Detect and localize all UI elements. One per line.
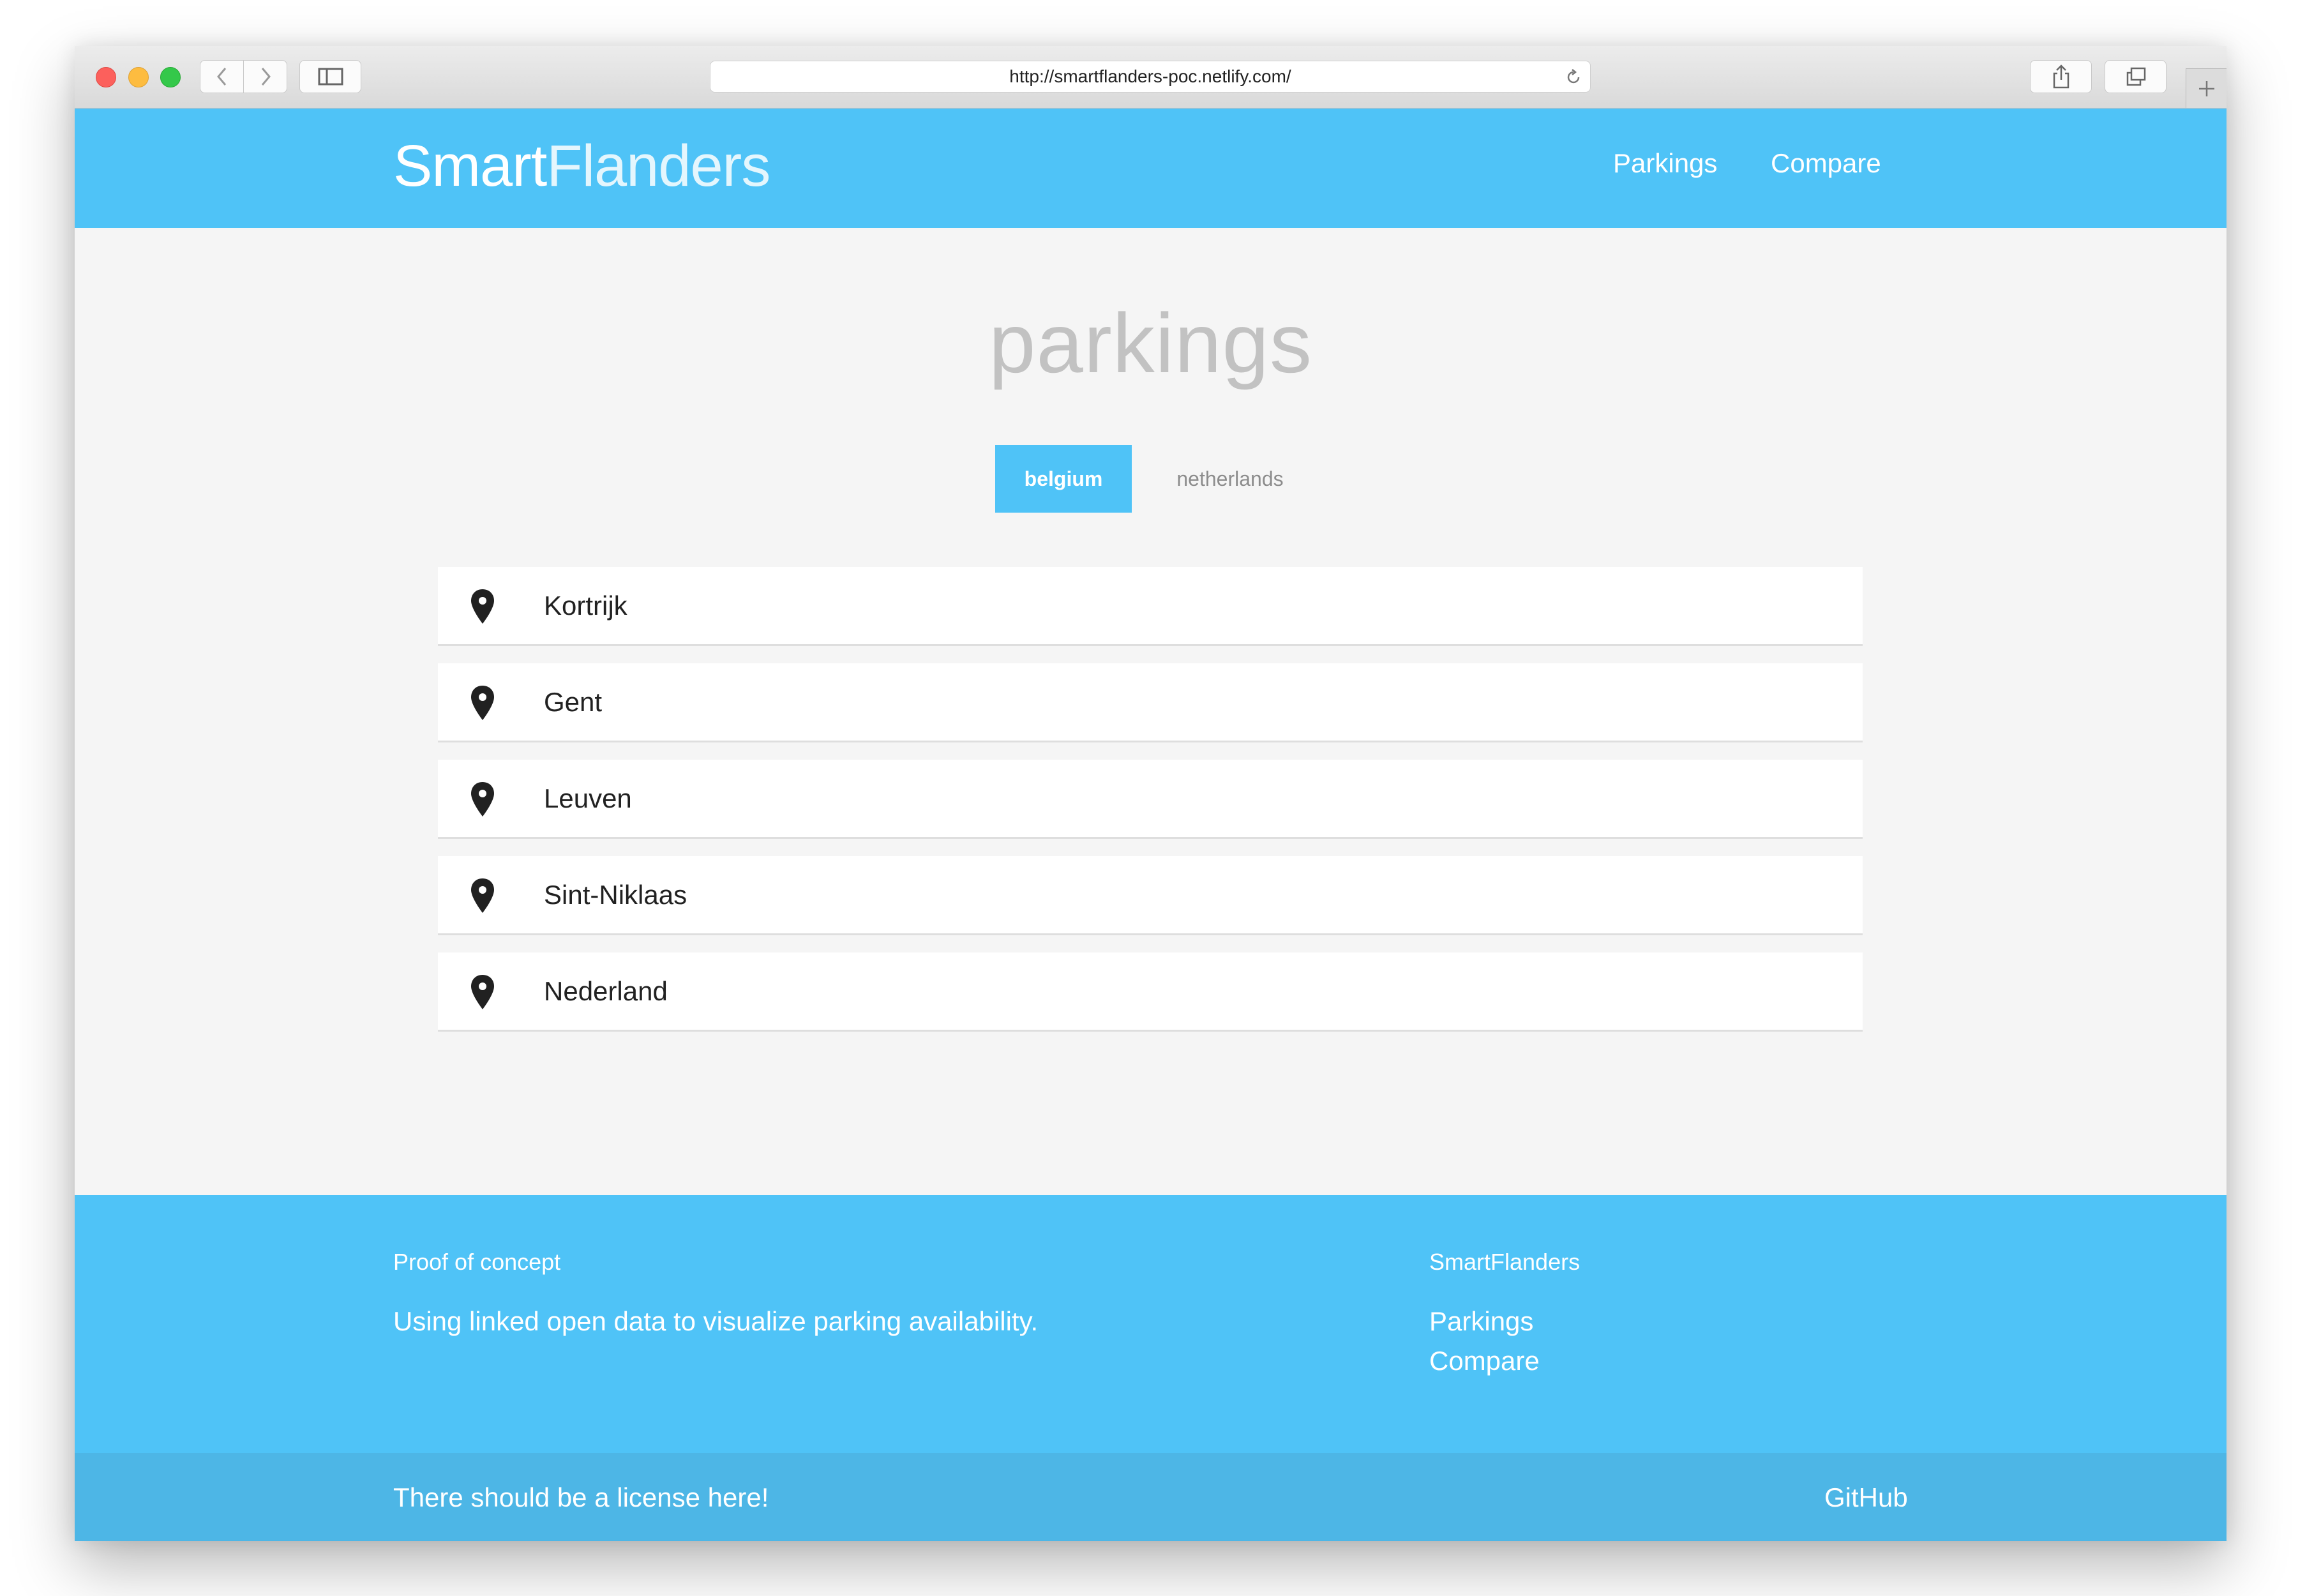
tabs-icon [2126, 67, 2145, 86]
list-item-label: Sint-Niklaas [544, 879, 687, 910]
show-tabs-button[interactable] [2105, 60, 2167, 93]
tab-netherlands[interactable]: netherlands [1153, 445, 1307, 513]
site-footer: Proof of concept Using linked open data … [75, 1195, 2227, 1453]
brand-logo[interactable]: SmartFlanders [393, 133, 770, 199]
share-icon [2053, 64, 2069, 89]
footer-link-parkings[interactable]: Parkings [1429, 1306, 1533, 1337]
chevron-right-icon [261, 68, 271, 86]
footer-bottom-bar: There should be a license here! GitHub [75, 1453, 2227, 1541]
list-item-sint-niklaas[interactable]: Sint-Niklaas [438, 856, 1863, 935]
list-item-nederland[interactable]: Nederland [438, 952, 1863, 1032]
map-pin-icon [471, 878, 494, 913]
address-bar[interactable]: http://smartflanders-poc.netlify.com/ [710, 61, 1591, 93]
list-item-label: Kortrijk [544, 590, 627, 621]
share-button[interactable] [2030, 60, 2092, 93]
list-item-label: Nederland [544, 975, 668, 1006]
footer-heading-smartflanders: SmartFlanders [1429, 1249, 1581, 1275]
footer-description: Using linked open data to visualize park… [393, 1306, 1039, 1336]
list-item-gent[interactable]: Gent [438, 663, 1863, 742]
nav-compare[interactable]: Compare [1771, 148, 1881, 179]
list-item-kortrijk[interactable]: Kortrijk [438, 567, 1863, 646]
map-pin-icon [471, 782, 494, 817]
license-text: There should be a license here! [393, 1482, 769, 1512]
map-pin-icon [471, 589, 494, 624]
footer-link-compare[interactable]: Compare [1429, 1346, 1540, 1376]
nav-parkings[interactable]: Parkings [1613, 148, 1717, 179]
tab-belgium[interactable]: belgium [995, 445, 1132, 513]
forward-button[interactable] [243, 60, 287, 93]
footer-heading-proof: Proof of concept [393, 1249, 561, 1275]
minimize-window-button[interactable] [128, 67, 149, 87]
reload-icon[interactable] [1565, 68, 1582, 86]
map-pin-icon [471, 975, 494, 1009]
new-tab-button[interactable] [2186, 68, 2227, 108]
list-item-label: Leuven [544, 783, 632, 813]
map-pin-icon [471, 686, 494, 720]
list-item-leuven[interactable]: Leuven [438, 760, 1863, 839]
sidebar-toggle-button[interactable] [299, 60, 361, 93]
github-link[interactable]: GitHub [1824, 1482, 1908, 1513]
close-window-button[interactable] [96, 67, 116, 87]
plus-icon [2198, 80, 2214, 96]
browser-toolbar: http://smartflanders-poc.netlify.com/ [75, 46, 2227, 109]
back-button[interactable] [200, 60, 244, 93]
list-item-label: Gent [544, 686, 603, 717]
brand-part-smart: Smart [393, 133, 547, 199]
parking-city-list: Kortrijk Gent Leuven Sint-Niklaas Nederl… [438, 567, 1863, 1049]
chevron-left-icon [216, 68, 226, 86]
site-header: SmartFlanders Parkings Compare [75, 109, 2227, 228]
page-title: parkings [989, 296, 1312, 390]
url-text: http://smartflanders-poc.netlify.com/ [1009, 66, 1291, 86]
sidebar-icon [318, 68, 343, 86]
brand-part-flanders: Flanders [546, 133, 770, 199]
browser-window: http://smartflanders-poc.netlify.com/ Sm… [75, 46, 2227, 1541]
maximize-window-button[interactable] [160, 67, 181, 87]
